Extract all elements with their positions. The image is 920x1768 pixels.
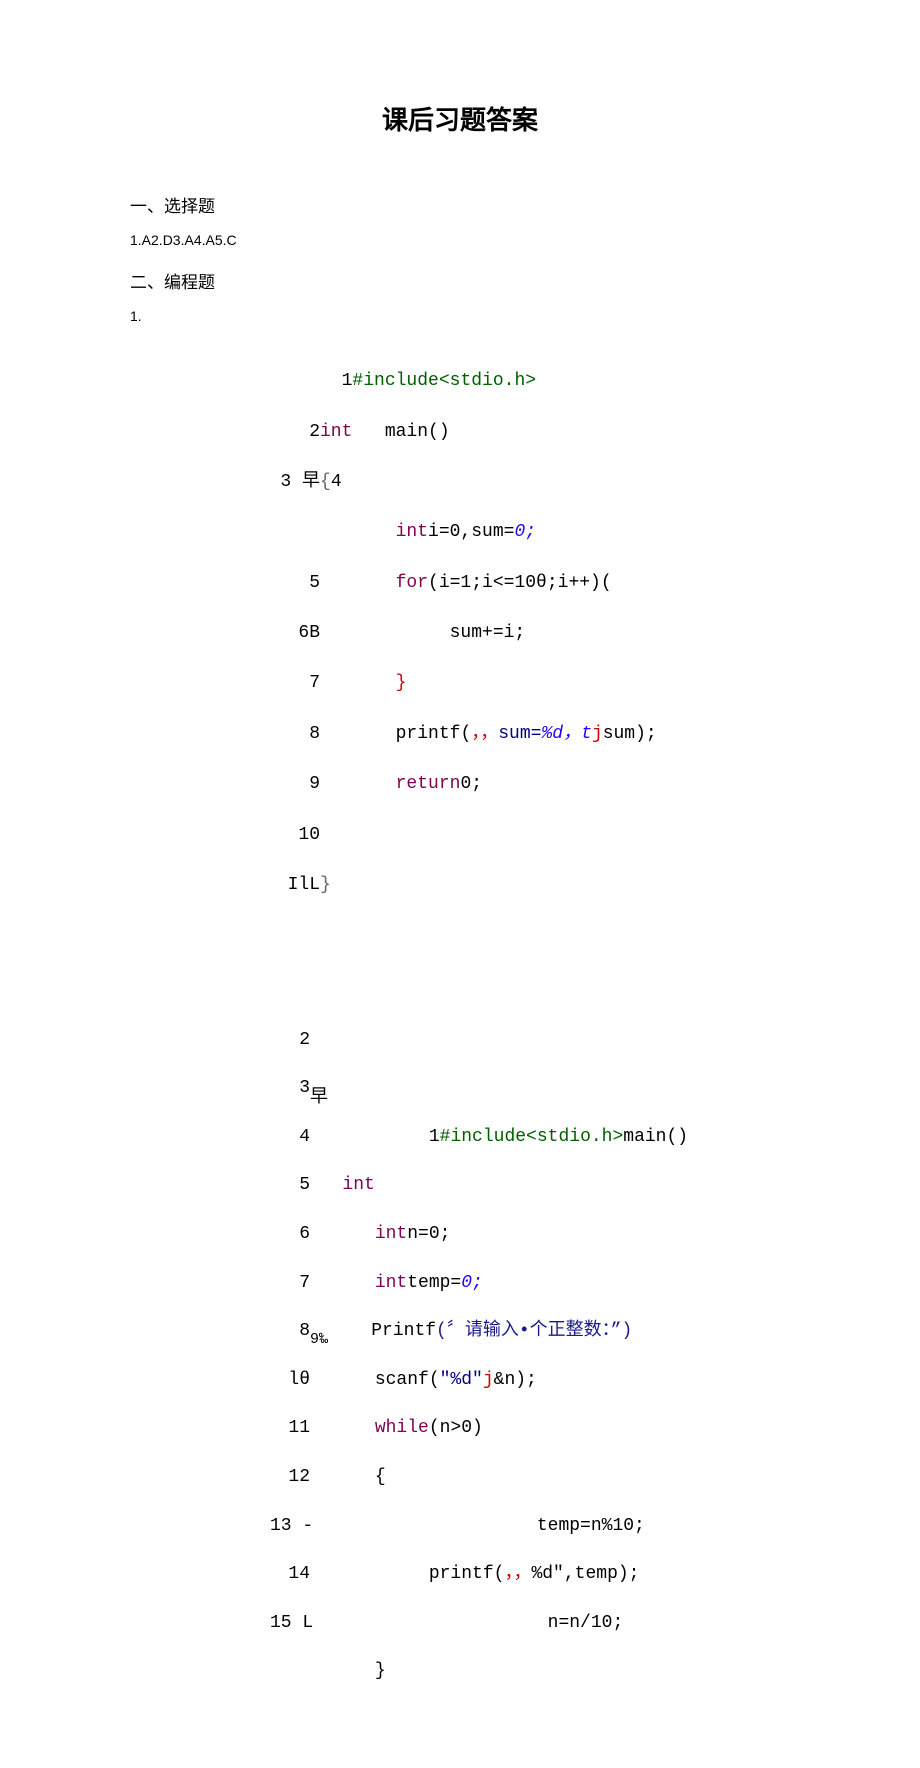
sep: j [483, 1370, 494, 1390]
line-num: 5 [270, 1173, 310, 1197]
return-val: 0; [460, 774, 482, 794]
quote-close: ”) [611, 1321, 633, 1341]
section-program-heading: 二、编程题 [130, 268, 860, 293]
quote: 〞 [447, 1321, 465, 1341]
decl-n: n=0; [407, 1224, 450, 1244]
code-block-1: 1#include<stdio.h> 2int main() 3 早{4 int… [280, 344, 860, 923]
keyword-int: int [375, 1273, 407, 1293]
brace-close: } [396, 673, 407, 693]
code-text: i=0,sum= [428, 522, 514, 542]
line-num: 7 [280, 671, 320, 696]
glyph: 早 [310, 1088, 328, 1108]
line-num: 15 L [270, 1611, 310, 1635]
format-spec: %d，t [541, 724, 591, 744]
keyword-int: int [396, 522, 428, 542]
paren: ( [460, 724, 471, 744]
line-num: IlL [280, 873, 320, 898]
quote: ，， [504, 1564, 531, 1584]
main-fn: main() [385, 422, 450, 442]
decl-temp: temp= [407, 1273, 461, 1293]
for-condition: (i=1;i<=10θ;i++)( [428, 573, 612, 593]
line-num: 13 - [270, 1514, 310, 1538]
line-num: 9 [280, 772, 320, 797]
keyword-int: int [342, 1175, 374, 1195]
keyword-for: for [396, 573, 428, 593]
line-num: 3 [270, 1076, 310, 1100]
printf-rest: %d",temp); [531, 1564, 639, 1584]
scanf-arg: &n); [494, 1370, 537, 1390]
printf-call: printf [396, 724, 461, 744]
quote: j [592, 724, 603, 744]
code-block-2: 2 3早 4 1#include<stdio.h>main() 5 int 6 … [270, 1003, 860, 1708]
format-string: "%d" [440, 1370, 483, 1390]
literal-zero: 0; [514, 522, 536, 542]
printf-call: printf( [429, 1564, 505, 1584]
line-num-inline: 1 [429, 1127, 440, 1147]
literal-zero: 0; [461, 1273, 483, 1293]
brace-open: { [320, 472, 331, 492]
while-cond: (n>0) [429, 1418, 483, 1438]
brace-close: } [320, 875, 331, 895]
line-num: 8 [270, 1319, 310, 1343]
include-directive: #include<stdio.h> [352, 371, 536, 391]
glyph: 9‰ [310, 1331, 328, 1348]
line-num: 11 [270, 1416, 310, 1440]
stmt-sum: sum+=i; [450, 623, 526, 643]
keyword-return: return [396, 774, 461, 794]
keyword-int: int [320, 422, 352, 442]
line-num: 14 [270, 1562, 310, 1586]
brace-close: } [375, 1661, 386, 1681]
brace-open: { [375, 1467, 386, 1487]
line-num: 10 [280, 823, 320, 848]
line-num: 6 [270, 1222, 310, 1246]
line-num: 2 [270, 1028, 310, 1052]
string-literal: sum= [498, 724, 541, 744]
arg: sum); [603, 724, 657, 744]
paren: ( [436, 1321, 447, 1341]
line-num: 3 早 [280, 470, 320, 495]
problem-number-1: 1. [130, 308, 860, 324]
main-fn: main() [623, 1127, 688, 1147]
include-directive: #include<stdio.h> [440, 1127, 624, 1147]
line-num: lθ [270, 1368, 310, 1392]
line-num: 5 [280, 571, 320, 596]
line-num: 7 [270, 1271, 310, 1295]
line-num: 1 [342, 371, 353, 391]
choice-answers: 1.A2.D3.A4.A5.C [130, 232, 860, 248]
quote: ，， [471, 724, 498, 744]
literal: 4 [331, 472, 342, 492]
scanf-call: scanf( [375, 1370, 440, 1390]
page-title: 课后习题答案 [60, 100, 860, 137]
section-choice-heading: 一、选择题 [130, 192, 860, 217]
stmt-divide: n=n/10; [548, 1613, 624, 1633]
line-num: 2 [280, 420, 320, 445]
keyword-int: int [375, 1224, 407, 1244]
chinese-prompt: 请输入•个正整数： [465, 1321, 611, 1341]
line-num: 6B [280, 621, 320, 646]
keyword-while: while [375, 1418, 429, 1438]
line-num: 12 [270, 1465, 310, 1489]
line-num: 8 [280, 722, 320, 747]
printf-call: Printf [371, 1321, 436, 1341]
stmt-temp: temp=n%10; [537, 1516, 645, 1536]
line-num: 4 [270, 1125, 310, 1149]
